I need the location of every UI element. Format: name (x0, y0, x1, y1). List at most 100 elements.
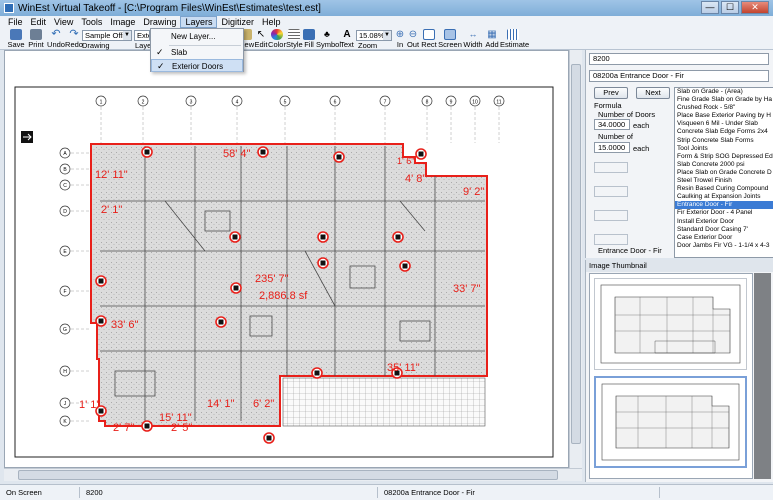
empty-field (594, 186, 628, 197)
measurement-label: 2' 7" (113, 422, 134, 434)
maximize-button[interactable]: ☐ (721, 1, 739, 14)
list-item[interactable]: Slab on Grade - (Area) (675, 88, 773, 96)
number-of-doors-input[interactable]: 34.0000 (594, 119, 630, 130)
door-marker (95, 315, 107, 327)
door-marker (399, 260, 411, 272)
menu-tools[interactable]: Tools (77, 16, 106, 28)
list-item[interactable]: Case Exterior Door (675, 234, 773, 242)
canvas-vertical-scrollbar[interactable] (569, 50, 582, 468)
style-button[interactable]: Style (286, 28, 303, 50)
measurement-label: 4' 8" (405, 173, 426, 185)
color-button[interactable]: Color (268, 28, 286, 50)
menu-new-layer[interactable]: New Layer... (151, 30, 243, 43)
empty-field (594, 234, 628, 245)
menu-edit[interactable]: Edit (27, 16, 51, 28)
close-button[interactable]: ✕ (741, 1, 769, 14)
grid-bubble-label: 11 (496, 100, 501, 106)
add-button[interactable]: ▦ Add (484, 28, 500, 50)
save-button[interactable]: Save (6, 28, 26, 50)
estimate-button[interactable]: Estimate (500, 28, 529, 50)
item-description-field[interactable]: 08200a Entrance Door - Fir (589, 70, 769, 82)
list-item[interactable]: Concrete Slab Edge Forms 2x4 (675, 128, 773, 136)
scroll-thumb[interactable] (18, 470, 558, 480)
undo-icon: ↶ (51, 28, 61, 40)
thumbnail-list[interactable] (589, 273, 753, 479)
add-icon: ▦ (487, 29, 497, 40)
items-list[interactable]: Slab on Grade - (Area) Fine Grade Slab o… (674, 87, 773, 258)
menu-image[interactable]: Image (106, 16, 139, 28)
edit-button[interactable]: ↖ Edit (254, 28, 268, 50)
list-item[interactable]: Crushed Rock - 5/8" (675, 104, 773, 112)
list-item[interactable]: Door Jambs Fir VG - 1-1/4 x 4-3 (675, 242, 773, 250)
measurement-label: 2,886.8 sf (259, 290, 308, 302)
thumbnail-page-2[interactable] (594, 376, 747, 468)
list-item[interactable]: Form & Strip SOG Depressed Ed (675, 153, 773, 161)
symbol-button[interactable]: ♣ Symbol (316, 28, 341, 50)
redo-icon: ↷ (69, 28, 79, 40)
list-item[interactable]: Place Base Exterior Paving by H (675, 112, 773, 120)
measurement-label: 6' 2" (253, 398, 274, 410)
width-button[interactable]: ↔ Width (462, 28, 484, 50)
text-button[interactable]: A Text (338, 28, 356, 50)
list-item[interactable]: Fir Exterior Door - 4 Panel (675, 209, 773, 217)
door-marker (141, 420, 153, 432)
next-button[interactable]: Next (636, 87, 670, 99)
check-icon: ✓ (157, 61, 165, 71)
list-item[interactable]: Install Exterior Door (675, 218, 773, 226)
zoom-out-icon: ⊖ (408, 29, 418, 40)
menu-layer-slab[interactable]: ✓ Slab (151, 46, 243, 59)
menu-layer-exterior-doors[interactable]: ✓ Exterior Doors (151, 59, 243, 72)
zoom-combo[interactable]: 15.08% ▼ (356, 30, 392, 41)
prev-button[interactable]: Prev (594, 87, 628, 99)
menu-layers[interactable]: Layers (180, 16, 218, 28)
rect-button[interactable]: Rect (421, 28, 437, 50)
thumbnail-scrollbar[interactable] (754, 273, 771, 479)
menu-file[interactable]: File (4, 16, 27, 28)
grid-bubble-label: H (63, 369, 67, 375)
screen-icon (444, 29, 456, 40)
measurement-label: 1' 1" (79, 399, 100, 411)
drawing-canvas[interactable]: 1 2 3 4 5 6 7 8 9 10 11 ABCDEFGHJK 58' 4" 1' 6" 12… (4, 50, 569, 468)
title-bar: WinEst Virtual Takeoff - [C:\Program Fil… (0, 0, 773, 16)
list-item[interactable]: Caulking at Expansion Joints (675, 193, 773, 201)
redo-button[interactable]: ↷ Redo (64, 28, 84, 50)
item-code-field[interactable]: 8200 (589, 53, 769, 65)
list-item[interactable]: Place Slab on Grade Concrete D (675, 169, 773, 177)
grid-left: ABCDEFGHJK (59, 147, 89, 427)
minimize-button[interactable]: — (701, 1, 719, 14)
screen-button[interactable]: Screen (438, 28, 462, 50)
grid-bubble-label: 1 (100, 100, 103, 106)
list-item[interactable]: Fine Grade Slab on Grade by Ha (675, 96, 773, 104)
print-button[interactable]: Print (26, 28, 46, 50)
door-marker (230, 282, 242, 294)
menu-help[interactable]: Help (258, 16, 285, 28)
zoom-in-button[interactable]: ⊕ In (394, 28, 406, 50)
list-item[interactable]: Strip Concrete Slab Forms (675, 137, 773, 145)
menu-digitizer[interactable]: Digitizer (217, 16, 258, 28)
symbol-icon: ♣ (324, 29, 330, 39)
window-title: WinEst Virtual Takeoff - [C:\Program Fil… (18, 2, 321, 14)
app-icon (4, 3, 14, 13)
menu-view[interactable]: View (50, 16, 77, 28)
measurement-label: 9' 2" (463, 186, 484, 198)
thumbnail-page-1[interactable] (594, 278, 747, 370)
list-item-selected[interactable]: Entrance Door - Fir (675, 201, 773, 210)
list-item[interactable]: Standard Door Casing 7' (675, 226, 773, 234)
list-item[interactable]: Visqueen 6 Mil - Under Slab (675, 120, 773, 128)
list-item[interactable]: Steel Trowel Finish (675, 177, 773, 185)
office-combo[interactable]: Sample Office ▼ (82, 30, 132, 41)
list-item[interactable]: Slab Concrete 2000 psi (675, 161, 773, 169)
canvas-horizontal-scrollbar[interactable] (4, 468, 582, 481)
grid-bubble-label: 3 (190, 100, 193, 106)
zoom-out-button[interactable]: ⊖ Out (406, 28, 420, 50)
fill-button[interactable]: Fill (302, 28, 316, 50)
undo-button[interactable]: ↶ Undo (46, 28, 66, 50)
list-item[interactable]: Resin Based Curing Compound (675, 185, 773, 193)
list-item[interactable]: Tool Joints (675, 145, 773, 153)
menu-drawing[interactable]: Drawing (139, 16, 180, 28)
measurement-label: 1' 6" (397, 156, 414, 166)
layer-combo[interactable]: Exter (134, 30, 150, 41)
scroll-thumb[interactable] (571, 64, 581, 444)
color-wheel-icon (271, 29, 283, 40)
number-of-input[interactable]: 15.0000 (594, 142, 630, 153)
